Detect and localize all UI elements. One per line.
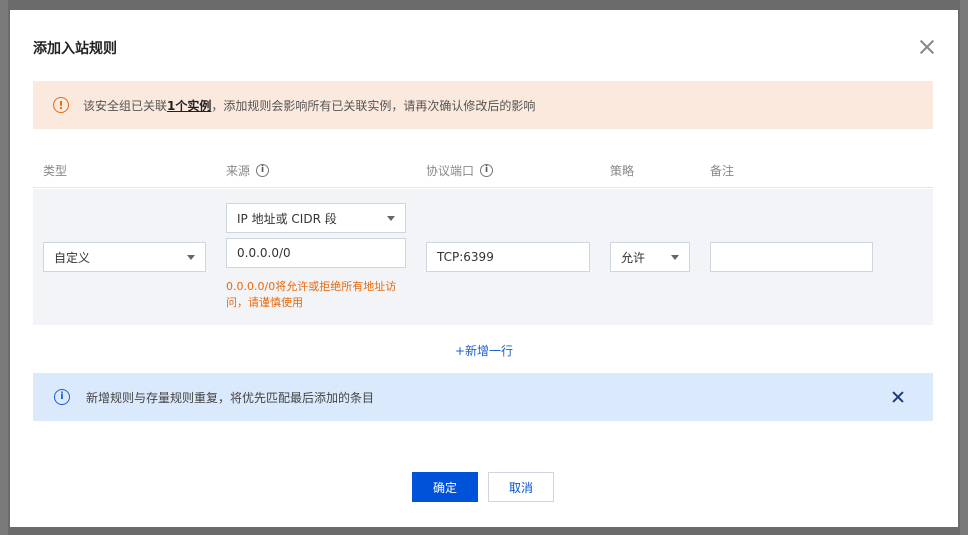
background-edge-right	[960, 0, 968, 535]
close-icon[interactable]	[891, 390, 905, 404]
background-edge-left	[0, 0, 8, 535]
source-type-value: IP 地址或 CIDR 段	[237, 211, 337, 226]
warning-icon: !	[53, 97, 69, 113]
port-info-icon[interactable]: i	[480, 164, 494, 177]
confirm-button[interactable]: 确定	[412, 472, 478, 502]
source-info-icon[interactable]: i	[256, 164, 270, 177]
type-select-value: 自定义	[54, 250, 91, 265]
chevron-down-icon	[187, 255, 195, 260]
instance-link[interactable]: 1个实例	[167, 97, 211, 114]
source-input-value: 0.0.0.0/0	[237, 246, 291, 260]
policy-select[interactable]: 允许	[610, 242, 690, 272]
cancel-button[interactable]: 取消	[488, 472, 554, 502]
header-note: 备注	[710, 164, 735, 178]
chevron-down-icon	[671, 255, 679, 260]
rule-row: 自定义 IP 地址或 CIDR 段 0.0.0.0/0 0.0.0.0/0将允许…	[33, 189, 933, 325]
header-policy: 策略	[610, 164, 635, 178]
warning-banner: ! 该安全组已关联 1个实例 ，添加规则会影响所有已关联实例，请再次确认修改后的…	[33, 81, 933, 129]
port-input[interactable]: TCP:6399	[426, 242, 590, 272]
policy-select-value: 允许	[621, 250, 646, 265]
info-icon: i	[54, 389, 70, 405]
note-input[interactable]	[710, 242, 873, 272]
add-inbound-rule-dialog: 添加入站规则 ! 该安全组已关联 1个实例 ，添加规则会影响所有已关联实例，请再…	[10, 10, 958, 527]
chevron-down-icon	[387, 216, 395, 221]
warning-suffix: ，添加规则会影响所有已关联实例，请再次确认修改后的影响	[211, 98, 536, 113]
header-type: 类型	[43, 164, 68, 178]
add-row-button[interactable]: +新增一行	[10, 342, 958, 359]
source-input[interactable]: 0.0.0.0/0	[226, 238, 406, 268]
info-text: 新增规则与存量规则重复，将优先匹配最后添加的条目	[86, 390, 375, 405]
header-port: 协议端口 i	[426, 162, 494, 179]
source-type-select[interactable]: IP 地址或 CIDR 段	[226, 203, 406, 233]
warning-prefix: 该安全组已关联	[83, 98, 168, 113]
duplicate-rule-info-banner: i 新增规则与存量规则重复，将优先匹配最后添加的条目	[33, 373, 933, 421]
dialog-title: 添加入站规则	[33, 41, 117, 57]
header-source: 来源 i	[226, 162, 270, 179]
type-select[interactable]: 自定义	[43, 242, 206, 272]
port-input-value: TCP:6399	[437, 250, 494, 264]
source-warning-hint: 0.0.0.0/0将允许或拒绝所有地址访问，请谨慎使用	[226, 280, 397, 309]
close-icon[interactable]	[918, 38, 936, 56]
rule-table-header: 类型 来源 i 协议端口 i 策略 备注	[33, 158, 933, 188]
